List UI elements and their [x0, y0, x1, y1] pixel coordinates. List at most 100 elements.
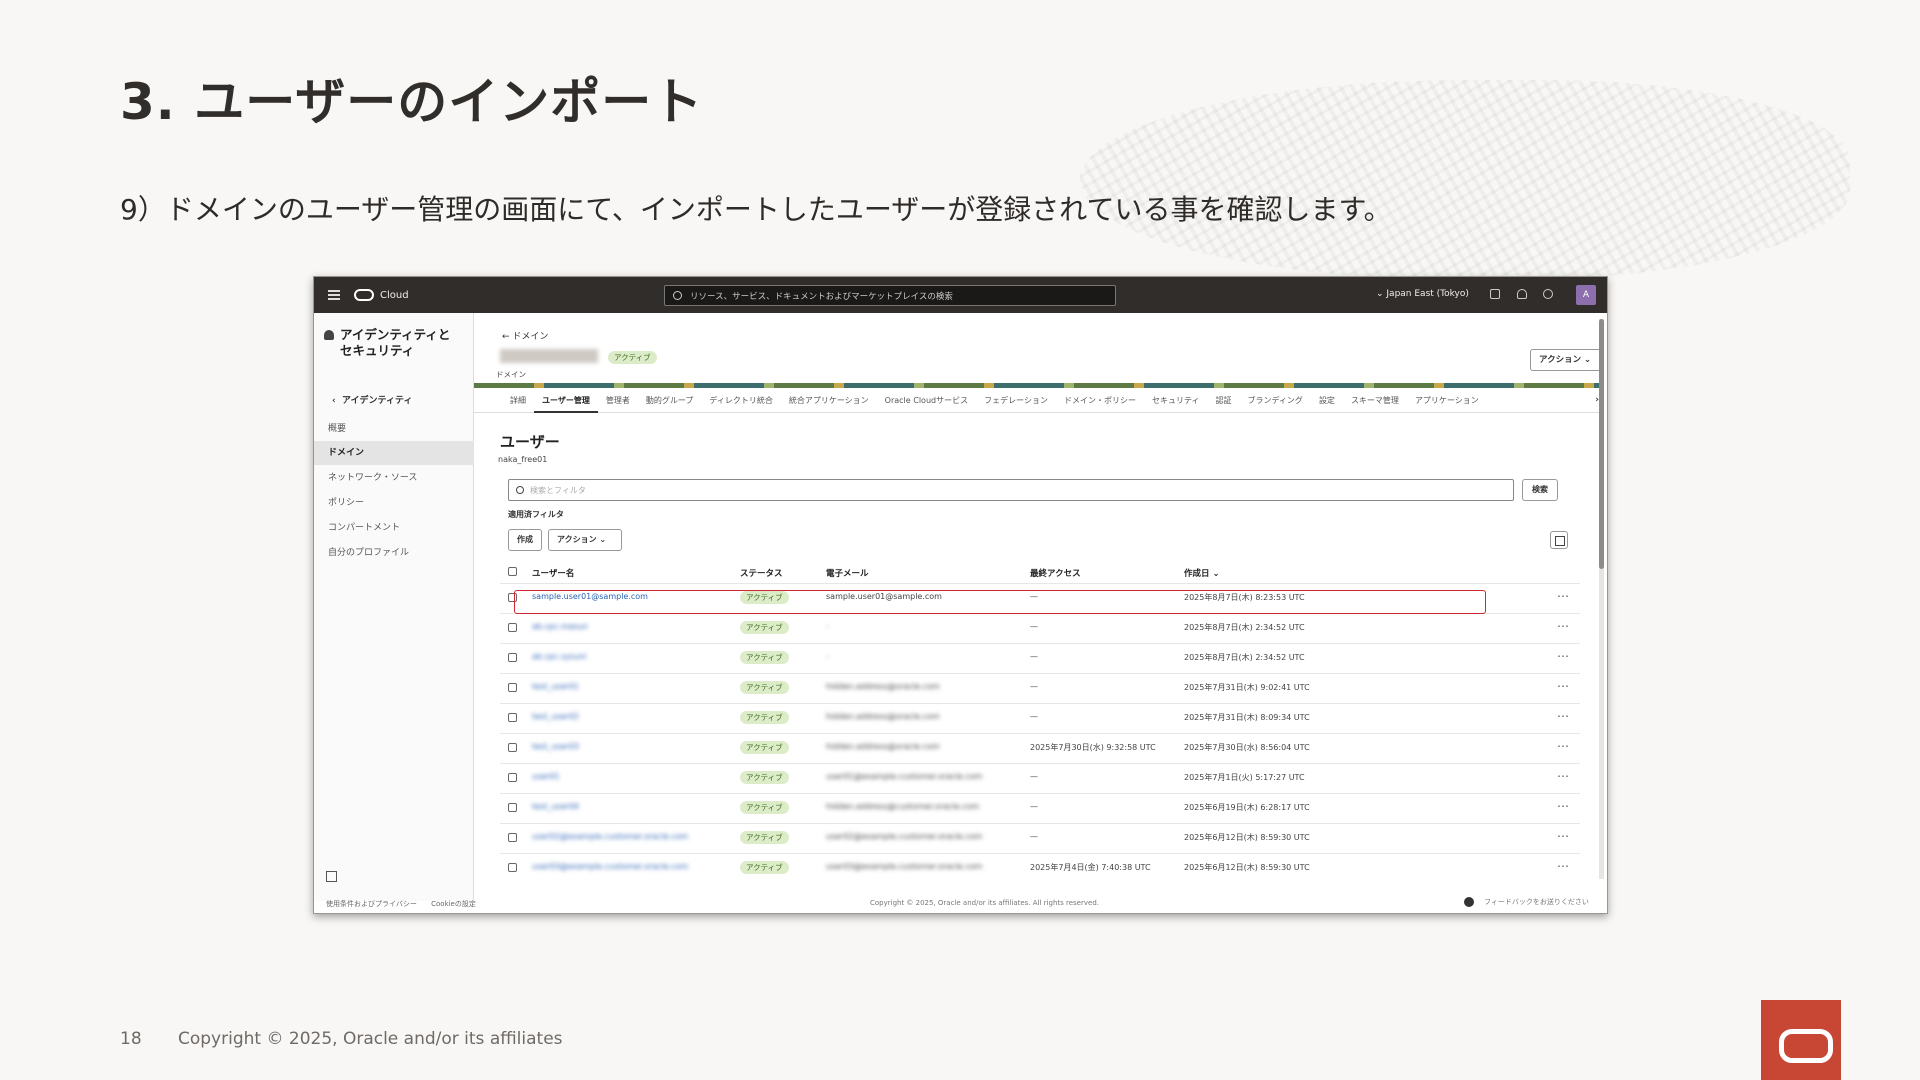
table-row[interactable]: user03@example.customer.oracle.com アクティブ u… [500, 853, 1580, 883]
help-circle-icon[interactable] [1464, 897, 1474, 907]
bell-icon[interactable] [1517, 289, 1527, 299]
table-row[interactable]: ab.cpc.sysuni アクティブ - — 2025年8月7日(木) 2:34:52… [500, 643, 1580, 673]
cookie-settings-link[interactable]: Cookieの設定 [431, 900, 476, 908]
terms-link[interactable]: 使用条件およびプライバシー [326, 900, 417, 908]
row-actions-icon[interactable]: ⋯ [1557, 679, 1570, 693]
domain-tabs: 詳細 ユーザー管理 管理者 動的グループ ディレクトリ統合 統合アプリケーション… [474, 391, 1599, 413]
username-link[interactable]: ab.cpc.masun [532, 622, 588, 631]
status-badge: アクティブ [740, 621, 789, 634]
row-checkbox[interactable] [508, 833, 517, 842]
col-username[interactable]: ユーザー名 [532, 567, 574, 579]
create-user-button[interactable]: 作成 [508, 529, 542, 551]
help-icon[interactable] [1543, 289, 1553, 299]
console-screenshot: Cloud リソース、サービス、ドキュメントおよびマーケットプレイスの検索 ⌄ … [313, 276, 1608, 914]
row-actions-icon[interactable]: ⋯ [1557, 649, 1570, 663]
username-link[interactable]: test_user03 [532, 742, 579, 751]
scrollbar[interactable] [1599, 319, 1604, 879]
row-checkbox[interactable] [508, 653, 517, 662]
breadcrumb[interactable]: ← ドメイン [502, 329, 548, 342]
tab-settings[interactable]: 設定 [1311, 391, 1343, 413]
row-actions-icon[interactable]: ⋯ [1557, 799, 1570, 813]
scrollbar-thumb[interactable] [1599, 319, 1604, 569]
row-actions-icon[interactable]: ⋯ [1557, 769, 1570, 783]
col-email[interactable]: 電子メール [826, 567, 869, 579]
table-row[interactable]: test_user04 アクティブ hidden.address@customer.… [500, 793, 1580, 823]
col-last-access[interactable]: 最終アクセス [1030, 567, 1081, 579]
chat-icon[interactable] [1490, 289, 1500, 299]
oracle-logo-icon[interactable] [354, 289, 374, 301]
status-badge-label: アクティブ [740, 621, 789, 634]
tab-integrated-applications[interactable]: 統合アプリケーション [781, 391, 877, 413]
tab-federation[interactable]: フェデレーション [976, 391, 1056, 413]
username-link[interactable]: user03@example.customer.oracle.com [532, 862, 688, 871]
last-access-cell: — [1030, 772, 1038, 781]
created-cell: 2025年6月19日(木) 6:28:17 UTC [1184, 803, 1310, 812]
sidebar-item-overview[interactable]: 概要 [314, 417, 474, 441]
row-actions-icon[interactable]: ⋯ [1557, 709, 1570, 723]
sidebar-item-compartments[interactable]: コンパートメント [314, 516, 474, 540]
username-link[interactable]: test_user01 [532, 682, 579, 691]
row-actions-icon[interactable]: ⋯ [1557, 589, 1570, 603]
username-link[interactable]: ab.cpc.sysuni [532, 652, 586, 661]
table-row[interactable]: ab.cpc.masun アクティブ - — 2025年8月7日(木) 2:34:52 … [500, 613, 1580, 643]
username-link[interactable]: user02@example.customer.oracle.com [532, 832, 688, 841]
global-search-input[interactable]: リソース、サービス、ドキュメントおよびマーケットプレイスの検索 [664, 285, 1116, 306]
row-checkbox[interactable] [508, 803, 517, 812]
row-checkbox[interactable] [508, 743, 517, 752]
page-title: ユーザー [500, 433, 560, 451]
user-actions-button[interactable]: アクション ⌄ [548, 529, 622, 551]
select-all-checkbox[interactable] [508, 567, 517, 576]
username-link[interactable]: user01 [532, 772, 560, 781]
tab-schema-management[interactable]: スキーマ管理 [1343, 391, 1407, 413]
username-link[interactable]: test_user04 [532, 802, 579, 811]
sidebar-item-network-sources[interactable]: ネットワーク・ソース [314, 466, 474, 490]
col-status[interactable]: ステータス [740, 567, 783, 579]
row-actions-icon[interactable]: ⋯ [1557, 739, 1570, 753]
tab-domain-policies[interactable]: ドメイン・ポリシー [1056, 391, 1144, 413]
sidebar-back-label: アイデンティティ [341, 396, 413, 406]
domain-actions-button[interactable]: アクション ⌄ [1530, 349, 1604, 371]
columns-toggle-icon[interactable] [1550, 531, 1568, 549]
row-actions-icon[interactable]: ⋯ [1557, 859, 1570, 873]
avatar[interactable]: A [1576, 285, 1596, 305]
collapse-sidebar-icon[interactable] [326, 871, 337, 882]
username-link[interactable]: test_user02 [532, 712, 579, 721]
tab-oracle-cloud-services[interactable]: Oracle Cloudサービス [877, 391, 976, 413]
tab-security[interactable]: セキュリティ [1144, 391, 1208, 413]
sidebar-item-domains[interactable]: ドメイン [314, 441, 474, 465]
email-cell: hidden.address@customer.oracle.com [826, 802, 980, 811]
table-row[interactable]: test_user02 アクティブ hidden.address@oracle.co… [500, 703, 1580, 733]
table-row[interactable]: user01 アクティブ user01@example.customer.oracl… [500, 763, 1580, 793]
row-checkbox[interactable] [508, 773, 517, 782]
row-actions-icon[interactable]: ⋯ [1557, 829, 1570, 843]
table-row[interactable]: user02@example.customer.oracle.com アクティブ u… [500, 823, 1580, 853]
hamburger-menu-icon[interactable] [328, 290, 340, 300]
tab-administrators[interactable]: 管理者 [598, 391, 638, 413]
sidebar-heading-line1: アイデンティティと [340, 327, 451, 342]
col-created[interactable]: 作成日 ⌄ [1184, 567, 1220, 579]
search-button[interactable]: 検索 [1522, 479, 1558, 501]
tab-authentication[interactable]: 認証 [1207, 391, 1239, 413]
table-row[interactable]: test_user03 アクティブ hidden.address@oracle.co… [500, 733, 1580, 763]
tab-dynamic-groups[interactable]: 動的グループ [638, 391, 702, 413]
status-badge-label: アクティブ [740, 681, 789, 694]
row-checkbox[interactable] [508, 623, 517, 632]
user-search-input[interactable]: 検索とフィルタ [508, 479, 1514, 501]
identity-icon [324, 330, 334, 340]
region-selector[interactable]: ⌄ Japan East (Tokyo) [1376, 289, 1469, 299]
tab-directory-integration[interactable]: ディレクトリ統合 [701, 391, 780, 413]
sidebar-item-policies[interactable]: ポリシー [314, 491, 474, 515]
created-cell: 2025年8月7日(木) 2:34:52 UTC [1184, 653, 1305, 662]
sidebar-item-my-profile[interactable]: 自分のプロファイル [314, 541, 474, 565]
sidebar-back-link[interactable]: ‹ アイデンティティ [332, 393, 412, 406]
tab-branding[interactable]: ブランディング [1239, 391, 1310, 413]
row-actions-icon[interactable]: ⋯ [1557, 619, 1570, 633]
row-checkbox[interactable] [508, 683, 517, 692]
row-checkbox[interactable] [508, 863, 517, 872]
tab-details[interactable]: 詳細 [502, 391, 534, 413]
tab-applications[interactable]: アプリケーション [1407, 391, 1487, 413]
tab-user-management[interactable]: ユーザー管理 [534, 391, 598, 413]
table-row[interactable]: test_user01 アクティブ hidden.address@oracle.co… [500, 673, 1580, 703]
row-checkbox[interactable] [508, 713, 517, 722]
feedback-link[interactable]: フィードバックをお送りください [1484, 897, 1589, 907]
